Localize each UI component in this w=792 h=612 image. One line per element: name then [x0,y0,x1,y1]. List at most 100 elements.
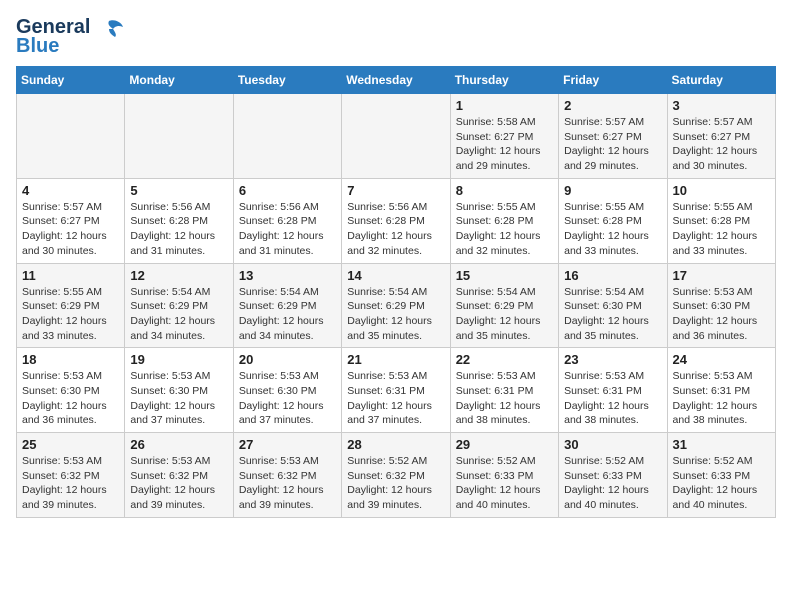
calendar-cell: 4 Sunrise: 5:57 AM Sunset: 6:27 PM Daylig… [17,178,125,263]
calendar-cell: 18 Sunrise: 5:53 AM Sunset: 6:30 PM Dayli… [17,348,125,433]
day-info: Sunrise: 5:54 AM Sunset: 6:29 PM Dayligh… [130,285,227,344]
day-number: 20 [239,352,336,367]
calendar-week-1: 1 Sunrise: 5:58 AM Sunset: 6:27 PM Daylig… [17,94,776,179]
day-info: Sunrise: 5:53 AM Sunset: 6:31 PM Dayligh… [673,369,770,428]
day-info: Sunrise: 5:55 AM Sunset: 6:29 PM Dayligh… [22,285,119,344]
day-number: 7 [347,183,444,198]
day-info: Sunrise: 5:54 AM Sunset: 6:29 PM Dayligh… [347,285,444,344]
calendar-cell: 17 Sunrise: 5:53 AM Sunset: 6:30 PM Dayli… [667,263,775,348]
day-number: 10 [673,183,770,198]
calendar-cell: 9 Sunrise: 5:55 AM Sunset: 6:28 PM Daylig… [559,178,667,263]
day-number: 31 [673,437,770,452]
day-number: 30 [564,437,661,452]
logo-blue: Blue [16,35,59,58]
day-info: Sunrise: 5:55 AM Sunset: 6:28 PM Dayligh… [456,200,553,259]
calendar-cell: 22 Sunrise: 5:53 AM Sunset: 6:31 PM Dayli… [450,348,558,433]
day-info: Sunrise: 5:53 AM Sunset: 6:31 PM Dayligh… [347,369,444,428]
calendar-cell: 8 Sunrise: 5:55 AM Sunset: 6:28 PM Daylig… [450,178,558,263]
day-number: 25 [22,437,119,452]
header-saturday: Saturday [667,67,775,94]
day-info: Sunrise: 5:53 AM Sunset: 6:32 PM Dayligh… [130,454,227,513]
day-info: Sunrise: 5:53 AM Sunset: 6:30 PM Dayligh… [673,285,770,344]
day-number: 1 [456,98,553,113]
calendar-week-2: 4 Sunrise: 5:57 AM Sunset: 6:27 PM Daylig… [17,178,776,263]
calendar-cell: 29 Sunrise: 5:52 AM Sunset: 6:33 PM Dayli… [450,433,558,518]
day-info: Sunrise: 5:52 AM Sunset: 6:32 PM Dayligh… [347,454,444,513]
day-info: Sunrise: 5:57 AM Sunset: 6:27 PM Dayligh… [22,200,119,259]
day-info: Sunrise: 5:54 AM Sunset: 6:30 PM Dayligh… [564,285,661,344]
calendar-cell: 25Sunrise: 5:53 AM Sunset: 6:32 PM Dayli… [17,433,125,518]
day-info: Sunrise: 5:52 AM Sunset: 6:33 PM Dayligh… [456,454,553,513]
day-number: 12 [130,268,227,283]
day-info: Sunrise: 5:56 AM Sunset: 6:28 PM Dayligh… [347,200,444,259]
day-info: Sunrise: 5:53 AM Sunset: 6:30 PM Dayligh… [22,369,119,428]
day-number: 28 [347,437,444,452]
calendar-cell: 20Sunrise: 5:53 AM Sunset: 6:30 PM Dayli… [233,348,341,433]
calendar-cell: 3 Sunrise: 5:57 AM Sunset: 6:27 PM Daylig… [667,94,775,179]
day-info: Sunrise: 5:53 AM Sunset: 6:31 PM Dayligh… [456,369,553,428]
calendar-cell: 1 Sunrise: 5:58 AM Sunset: 6:27 PM Daylig… [450,94,558,179]
calendar-cell: 5 Sunrise: 5:56 AM Sunset: 6:28 PM Daylig… [125,178,233,263]
calendar-cell: 28 Sunrise: 5:52 AM Sunset: 6:32 PM Dayli… [342,433,450,518]
day-number: 18 [22,352,119,367]
calendar-cell: 24 Sunrise: 5:53 AM Sunset: 6:31 PM Dayli… [667,348,775,433]
day-info: Sunrise: 5:56 AM Sunset: 6:28 PM Dayligh… [239,200,336,259]
day-info: Sunrise: 5:58 AM Sunset: 6:27 PM Dayligh… [456,115,553,174]
day-info: Sunrise: 5:53 AM Sunset: 6:31 PM Dayligh… [564,369,661,428]
day-number: 24 [673,352,770,367]
day-info: Sunrise: 5:54 AM Sunset: 6:29 PM Dayligh… [239,285,336,344]
calendar-week-3: 11 Sunrise: 5:55 AM Sunset: 6:29 PM Dayli… [17,263,776,348]
day-info: Sunrise: 5:53 AM Sunset: 6:32 PM Dayligh… [239,454,336,513]
calendar-week-4: 18 Sunrise: 5:53 AM Sunset: 6:30 PM Dayli… [17,348,776,433]
day-number: 14 [347,268,444,283]
calendar-cell [17,94,125,179]
calendar-cell: 7 Sunrise: 5:56 AM Sunset: 6:28 PM Daylig… [342,178,450,263]
day-number: 21 [347,352,444,367]
calendar-cell: 31 Sunrise: 5:52 AM Sunset: 6:33 PM Dayli… [667,433,775,518]
calendar-cell [342,94,450,179]
calendar-table: SundayMondayTuesdayWednesdayThursdayFrid… [16,66,776,518]
header-tuesday: Tuesday [233,67,341,94]
calendar-cell: 26 Sunrise: 5:53 AM Sunset: 6:32 PM Dayli… [125,433,233,518]
day-number: 22 [456,352,553,367]
day-number: 8 [456,183,553,198]
day-info: Sunrise: 5:55 AM Sunset: 6:28 PM Dayligh… [673,200,770,259]
calendar-cell: 2Sunrise: 5:57 AM Sunset: 6:27 PM Daylig… [559,94,667,179]
day-info: Sunrise: 5:55 AM Sunset: 6:28 PM Dayligh… [564,200,661,259]
day-number: 6 [239,183,336,198]
day-info: Sunrise: 5:52 AM Sunset: 6:33 PM Dayligh… [564,454,661,513]
calendar-cell: 11 Sunrise: 5:55 AM Sunset: 6:29 PM Dayli… [17,263,125,348]
day-number: 4 [22,183,119,198]
logo-bird-icon [95,19,123,39]
day-number: 11 [22,268,119,283]
day-number: 3 [673,98,770,113]
calendar-cell: 27 Sunrise: 5:53 AM Sunset: 6:32 PM Dayli… [233,433,341,518]
day-number: 23 [564,352,661,367]
day-number: 29 [456,437,553,452]
day-number: 9 [564,183,661,198]
calendar-cell: 14 Sunrise: 5:54 AM Sunset: 6:29 PM Dayli… [342,263,450,348]
header-monday: Monday [125,67,233,94]
calendar-header-row: SundayMondayTuesdayWednesdayThursdayFrid… [17,67,776,94]
day-info: Sunrise: 5:57 AM Sunset: 6:27 PM Dayligh… [673,115,770,174]
header-friday: Friday [559,67,667,94]
day-number: 17 [673,268,770,283]
day-number: 26 [130,437,227,452]
day-number: 15 [456,268,553,283]
header-wednesday: Wednesday [342,67,450,94]
calendar-cell: 30 Sunrise: 5:52 AM Sunset: 6:33 PM Dayli… [559,433,667,518]
day-info: Sunrise: 5:52 AM Sunset: 6:33 PM Dayligh… [673,454,770,513]
header-thursday: Thursday [450,67,558,94]
logo: General Blue [16,16,123,58]
calendar-cell [125,94,233,179]
calendar-cell: 23 Sunrise: 5:53 AM Sunset: 6:31 PM Dayli… [559,348,667,433]
calendar-cell: 13Sunrise: 5:54 AM Sunset: 6:29 PM Dayli… [233,263,341,348]
day-info: Sunrise: 5:56 AM Sunset: 6:28 PM Dayligh… [130,200,227,259]
header: General Blue [16,16,776,58]
day-number: 5 [130,183,227,198]
day-info: Sunrise: 5:53 AM Sunset: 6:30 PM Dayligh… [130,369,227,428]
calendar-cell: 21 Sunrise: 5:53 AM Sunset: 6:31 PM Dayli… [342,348,450,433]
day-number: 19 [130,352,227,367]
day-number: 27 [239,437,336,452]
calendar-week-5: 25 Sunrise: 5:53 AM Sunset: 6:32 PM Dayli… [17,433,776,518]
